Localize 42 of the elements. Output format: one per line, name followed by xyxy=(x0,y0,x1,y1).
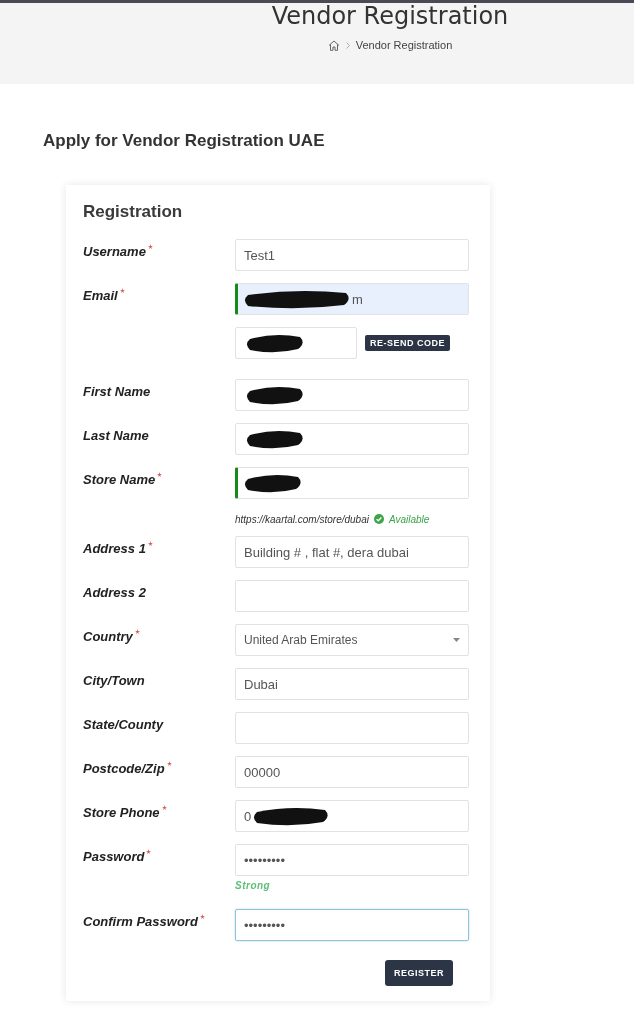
chevron-icon xyxy=(345,41,350,49)
input-field[interactable] xyxy=(235,467,469,499)
field-label: Last Name xyxy=(83,428,149,444)
code-field[interactable] xyxy=(235,327,357,359)
input-field[interactable]: ••••••••• xyxy=(235,844,469,876)
password-strength: Strong xyxy=(235,880,271,891)
input-field[interactable] xyxy=(235,580,469,612)
input-field[interactable] xyxy=(235,379,469,411)
field-label: Confirm Password xyxy=(83,914,198,930)
field-label: Postcode/Zip xyxy=(83,761,165,777)
input-field[interactable]: m xyxy=(235,283,469,315)
check-circle-icon xyxy=(373,514,384,524)
field-label: First Name xyxy=(83,384,151,400)
home-icon[interactable] xyxy=(327,39,340,51)
field-label: Email xyxy=(83,288,118,304)
field-label: Address 1 xyxy=(83,541,146,557)
field-label: Password xyxy=(83,849,145,865)
field-label: State/County xyxy=(83,717,164,733)
input-field[interactable] xyxy=(235,712,469,744)
form-title: Registration xyxy=(83,202,183,221)
store-url: https://kaartal.com/store/dubai xyxy=(235,513,369,525)
input-field[interactable] xyxy=(235,423,469,455)
field-label: Store Phone xyxy=(83,805,160,821)
field-label: Store Name xyxy=(83,472,156,488)
resend-code-button[interactable]: RE-SEND CODE xyxy=(365,335,450,351)
register-button[interactable]: REGISTER xyxy=(385,960,453,986)
input-field[interactable]: ••••••••• xyxy=(235,909,469,941)
input-field[interactable]: 0 xyxy=(235,800,469,832)
page-title: Vendor Registration xyxy=(271,3,509,29)
section-heading: Apply for Vendor Registration UAE xyxy=(43,130,326,152)
input-field[interactable]: Building # , flat #, dera dubai xyxy=(235,536,469,568)
field-label: City/Town xyxy=(83,673,145,689)
input-field[interactable]: Test1 xyxy=(235,239,469,271)
country-select[interactable]: United Arab Emirates xyxy=(235,624,469,656)
breadcrumb-item: Vendor Registration xyxy=(355,39,453,51)
input-field[interactable]: 00000 xyxy=(235,756,469,788)
field-label: Username xyxy=(83,244,146,260)
caret-icon xyxy=(453,638,460,642)
input-field[interactable]: Dubai xyxy=(235,668,469,700)
field-label: Country xyxy=(83,629,133,645)
availability-status: Available xyxy=(388,513,430,525)
field-label: Address 2 xyxy=(83,585,146,601)
